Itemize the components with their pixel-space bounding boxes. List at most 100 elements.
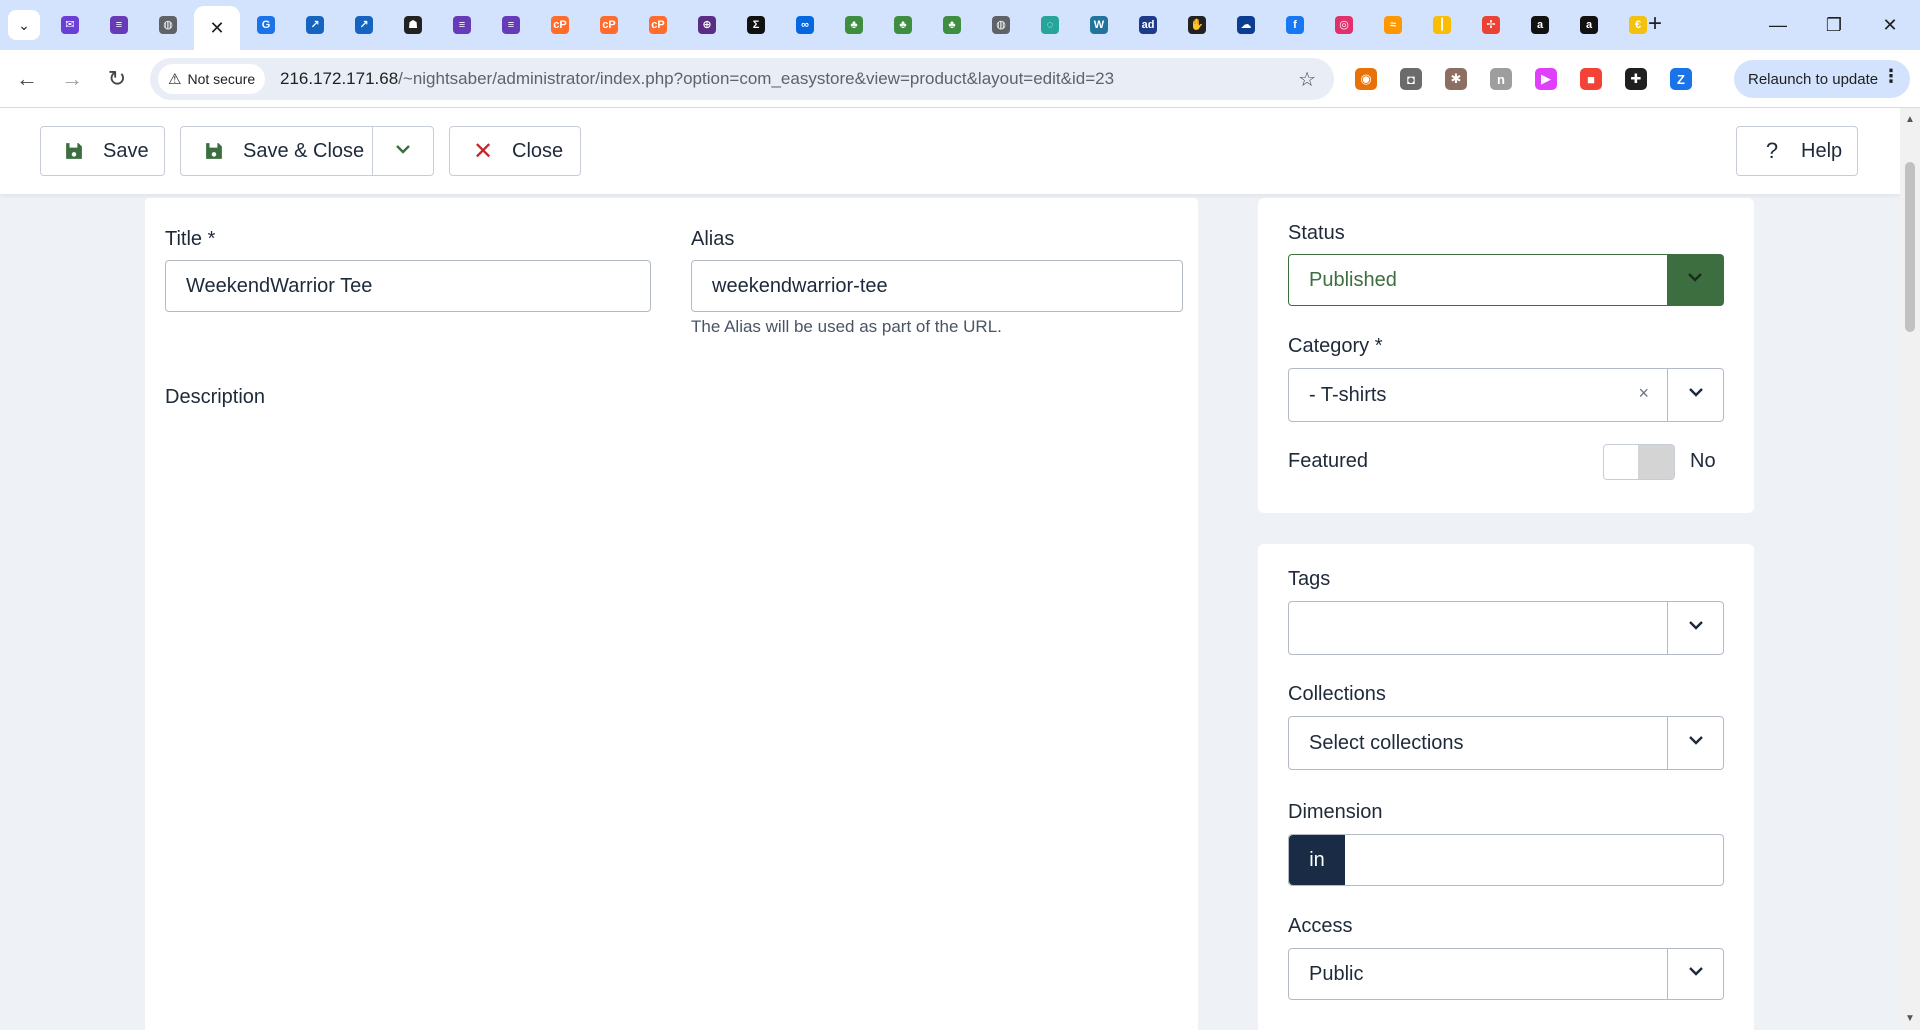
tags-select[interactable] (1288, 601, 1724, 655)
browser-tab[interactable]: a (1566, 8, 1612, 42)
translate-icon: G (257, 16, 275, 34)
scrollbar-thumb[interactable] (1905, 162, 1915, 332)
browser-tab-active[interactable]: ✕ (194, 6, 240, 50)
access-select[interactable]: Public (1288, 948, 1724, 1000)
address-bar[interactable]: ⚠ Not secure 216.172.171.68/~nightsaber/… (150, 58, 1334, 100)
bug-icon[interactable]: ✱ (1445, 68, 1467, 90)
tags-label: Tags (1288, 568, 1331, 590)
clear-selection-icon[interactable]: × (1638, 383, 1649, 404)
chevron-down-icon (1686, 730, 1706, 756)
browser-tab[interactable]: ⊕ (684, 8, 730, 42)
browser-tab[interactable]: W (1076, 8, 1122, 42)
browser-tab[interactable]: cP (537, 8, 583, 42)
featured-label: Featured (1288, 450, 1369, 472)
browser-tab[interactable]: cP (635, 8, 681, 42)
relaunch-button[interactable]: Relaunch to update ⋮ (1734, 60, 1910, 98)
featured-toggle[interactable] (1603, 444, 1675, 480)
minimize-icon[interactable]: — (1758, 10, 1798, 40)
title-label: Title * (165, 228, 216, 250)
collections-select[interactable]: Select collections (1288, 716, 1724, 770)
browser-tab[interactable]: ♣ (929, 8, 975, 42)
url-text[interactable]: 216.172.171.68/~nightsaber/administrator… (280, 69, 1114, 89)
browser-tab[interactable]: ≈ (1370, 8, 1416, 42)
play-icon[interactable]: ▶ (1535, 68, 1557, 90)
browser-tab[interactable]: ad (1125, 8, 1171, 42)
cpanel-icon: cP (551, 16, 569, 34)
dimension-input[interactable]: in (1288, 834, 1724, 886)
save-close-button[interactable]: Save & Close (180, 126, 374, 176)
maximize-icon[interactable]: ❐ (1814, 10, 1854, 40)
new-tab-icon[interactable]: + (1648, 12, 1662, 36)
palette-icon[interactable]: ■ (1580, 68, 1602, 90)
kebab-menu-icon[interactable]: ⋮ (1882, 66, 1900, 87)
description-editor[interactable] (165, 424, 1183, 1024)
browser-tab[interactable]: Σ (733, 8, 779, 42)
browser-tab[interactable]: ≡ (439, 8, 485, 42)
browser-tab[interactable]: ✋ (1174, 8, 1220, 42)
browser-tab[interactable]: ∞ (782, 8, 828, 42)
url-host: 216.172.171.68 (280, 69, 399, 88)
security-label: Not secure (187, 71, 256, 87)
back-arrow-icon[interactable]: ← (12, 64, 42, 94)
category-dropdown-toggle[interactable] (1667, 369, 1723, 421)
browser-tab[interactable]: ≡ (488, 8, 534, 42)
product-details-card: Title * WeekendWarrior Tee Alias weekend… (145, 198, 1198, 1030)
browser-tab[interactable]: ◎ (1321, 8, 1367, 42)
alias-input[interactable]: weekendwarrior-tee (691, 260, 1183, 312)
help-button[interactable]: ? Help (1736, 126, 1858, 176)
save-options-dropdown[interactable] (372, 126, 434, 176)
security-chip[interactable]: ⚠ Not secure (158, 64, 266, 94)
category-select[interactable]: - T-shirts × (1288, 368, 1724, 422)
tab-close-icon[interactable]: ✕ (209, 18, 224, 39)
title-input[interactable]: WeekendWarrior Tee (165, 260, 651, 312)
cpanel-icon: cP (649, 16, 667, 34)
tags-dropdown-toggle[interactable] (1667, 602, 1723, 654)
browser-tab[interactable]: ☁ (1223, 8, 1269, 42)
reload-icon[interactable]: ↻ (102, 64, 132, 94)
tab-search-chevron-icon[interactable]: ⌄ (8, 10, 40, 40)
browser-tab[interactable]: a (1517, 8, 1563, 42)
status-select[interactable]: Published (1288, 254, 1724, 306)
scroll-up-arrow-icon[interactable]: ▲ (1905, 114, 1915, 125)
browser-tab[interactable]: ┃ (1419, 8, 1465, 42)
puzzle-icon[interactable]: ✚ (1625, 68, 1647, 90)
extension-grey-icon[interactable]: n (1490, 68, 1512, 90)
browser-tab[interactable]: cP (586, 8, 632, 42)
scroll-down-arrow-icon[interactable]: ▼ (1905, 1013, 1915, 1024)
browser-tab[interactable]: ♣ (831, 8, 877, 42)
collections-dropdown-toggle[interactable] (1667, 717, 1723, 769)
browser-tab[interactable]: ✢ (1468, 8, 1514, 42)
window-close-icon[interactable]: ✕ (1870, 10, 1910, 40)
browser-tab[interactable]: ◌ (1027, 8, 1073, 42)
amazon-icon: a (1580, 16, 1598, 34)
page-scrollbar[interactable]: ▲ ▼ (1900, 108, 1920, 1030)
pinwheel-icon: ✢ (1482, 16, 1500, 34)
save-button[interactable]: Save (40, 126, 165, 176)
access-dropdown-toggle[interactable] (1667, 949, 1723, 999)
browser-tab[interactable]: ♣ (880, 8, 926, 42)
cpanel-icon: cP (600, 16, 618, 34)
browser-tab[interactable]: ◍ (978, 8, 1024, 42)
browser-tab[interactable]: ✉ (47, 8, 93, 42)
browser-tab[interactable]: ◍ (145, 8, 191, 42)
browser-tab[interactable]: ≡ (96, 8, 142, 42)
bookmark-star-icon[interactable]: ☆ (1298, 67, 1316, 92)
browser-tab[interactable]: ↗ (292, 8, 338, 42)
close-button[interactable]: ✕ Close (449, 126, 581, 176)
status-dropdown-toggle[interactable] (1667, 255, 1723, 305)
browser-tab[interactable]: ☗ (390, 8, 436, 42)
camera-icon[interactable]: ◘ (1400, 68, 1422, 90)
extension-orange-icon[interactable]: ◉ (1355, 68, 1377, 90)
featured-value: No (1690, 450, 1716, 472)
z-icon[interactable]: Z (1670, 68, 1692, 90)
clover-icon: ♣ (943, 16, 961, 34)
access-value: Public (1309, 962, 1364, 985)
forms-icon: ≡ (502, 16, 520, 34)
person-icon: ☗ (404, 16, 422, 34)
action-toolbar: Save Save & Close ✕ Close ? Help (0, 108, 1900, 194)
browser-tab[interactable]: f (1272, 8, 1318, 42)
forward-arrow-icon[interactable]: → (57, 64, 87, 94)
warning-triangle-icon: ⚠ (168, 71, 182, 88)
browser-tab[interactable]: G (243, 8, 289, 42)
browser-tab[interactable]: ↗ (341, 8, 387, 42)
